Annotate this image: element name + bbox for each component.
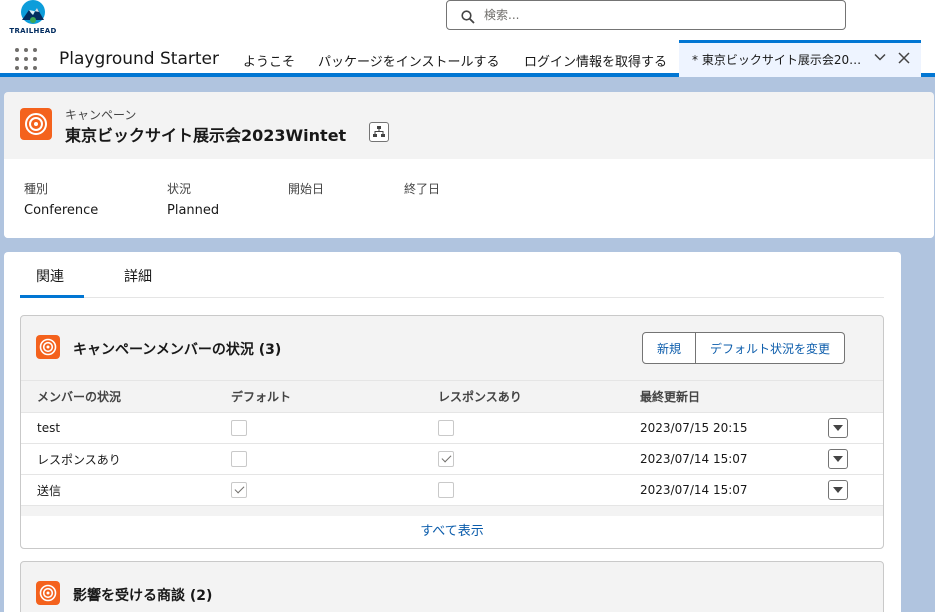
row-actions-cell [828, 443, 883, 475]
global-header: TRAILHEAD [0, 0, 935, 40]
field-label-type: 種別 [24, 182, 49, 196]
column-header-responded: レスポンスあり [426, 380, 628, 413]
search-icon [461, 10, 475, 24]
responded-checkbox [438, 482, 454, 498]
responded-checkbox [438, 451, 454, 467]
trailhead-logo[interactable]: TRAILHEAD [6, 0, 58, 38]
campaign-member-status-icon [36, 335, 60, 359]
row-default-cell [221, 443, 426, 475]
row-actions-cell [828, 412, 883, 444]
nav-tab-label: * 東京ビックサイト展示会2023Wintet [692, 53, 862, 67]
hierarchy-icon [373, 126, 385, 137]
nav-item-install-package[interactable]: パッケージをインストールする [318, 51, 499, 70]
row-status: 送信 [21, 474, 221, 506]
row-action-menu-icon[interactable] [828, 480, 848, 500]
table-row: 送信 2023/07/14 15:07 [21, 474, 883, 506]
tab-details[interactable]: 詳細 [124, 266, 152, 286]
global-search[interactable] [446, 0, 846, 30]
tab-related[interactable]: 関連 [36, 266, 64, 286]
brand-name: TRAILHEAD [9, 27, 57, 35]
chevron-down-icon[interactable] [874, 51, 886, 63]
member-status-table: メンバーの状況 デフォルト レスポンスあり 最終更新日 test 2023/07/… [21, 380, 883, 506]
default-checkbox [231, 420, 247, 436]
table-row: test 2023/07/15 20:15 [21, 412, 883, 444]
row-default-cell [221, 474, 426, 506]
opportunities-icon [36, 581, 60, 605]
row-modified: 2023/07/15 20:15 [628, 412, 828, 444]
member-status-actions: 新規 デフォルト状況を変更 [642, 332, 846, 364]
tab-divider [20, 297, 884, 298]
active-tab-indicator [20, 295, 84, 298]
table-row: レスポンスあり 2023/07/14 15:07 [21, 443, 883, 475]
member-status-title[interactable]: キャンペーンメンバーの状況 (3) [73, 339, 281, 359]
nav-bar: Playground Starter ようこそ パッケージをインストールする ロ… [0, 40, 935, 77]
new-button[interactable]: 新規 [642, 332, 697, 364]
row-responded-cell [426, 412, 628, 444]
record-header: キャンペーン 東京ビックサイト展示会2023Wintet 種別 Conferen… [4, 92, 934, 238]
row-action-menu-icon[interactable] [828, 418, 848, 438]
field-value-type: Conference [24, 203, 99, 218]
row-status: test [21, 412, 221, 444]
nav-item-get-login[interactable]: ログイン情報を取得する [524, 51, 667, 70]
row-action-menu-icon[interactable] [828, 449, 848, 469]
row-status: レスポンスあり [21, 443, 221, 475]
opportunities-card: 影響を受ける商談 (2) [20, 561, 884, 612]
field-label-start-date: 開始日 [288, 182, 325, 196]
member-status-card: キャンペーンメンバーの状況 (3) 新規 デフォルト状況を変更 メンバーの状況 … [20, 315, 884, 549]
record-object-type: キャンペーン [65, 108, 137, 122]
row-responded-cell [426, 474, 628, 506]
column-header-status: メンバーの状況 [21, 380, 221, 413]
row-modified: 2023/07/14 15:07 [628, 474, 828, 506]
hierarchy-button[interactable] [369, 122, 389, 142]
column-header-default: デフォルト [221, 380, 426, 413]
row-default-cell [221, 412, 426, 444]
search-input[interactable] [484, 5, 824, 25]
record-highlights [4, 159, 934, 238]
field-label-end-date: 終了日 [404, 182, 441, 196]
responded-checkbox [438, 420, 454, 436]
row-modified: 2023/07/14 15:07 [628, 443, 828, 475]
app-name: Playground Starter [59, 49, 219, 69]
record-title: 東京ビックサイト展示会2023Wintet [65, 126, 347, 145]
trailhead-mountain-icon [21, 0, 45, 24]
row-actions-cell [828, 474, 883, 506]
app-launcher-icon[interactable] [15, 48, 37, 70]
column-header-modified: 最終更新日 [628, 380, 828, 413]
campaign-icon [20, 108, 52, 140]
change-default-status-button[interactable]: デフォルト状況を変更 [696, 332, 846, 364]
default-checkbox [231, 482, 247, 498]
related-panel: 関連 詳細 キャンペーンメンバーの状況 (3) 新規 デフォルト状況を変更 メン… [4, 252, 901, 612]
field-value-status: Planned [167, 203, 220, 218]
nav-tab-campaign[interactable]: * 東京ビックサイト展示会2023Wintet [679, 40, 921, 77]
close-icon[interactable] [898, 52, 910, 64]
row-responded-cell [426, 443, 628, 475]
nav-item-welcome[interactable]: ようこそ [243, 51, 295, 70]
opportunities-title[interactable]: 影響を受ける商談 (2) [73, 585, 212, 605]
view-all-link[interactable]: すべて表示 [21, 516, 883, 548]
default-checkbox [231, 451, 247, 467]
column-header-actions [828, 380, 883, 413]
field-label-status: 状況 [167, 182, 192, 196]
